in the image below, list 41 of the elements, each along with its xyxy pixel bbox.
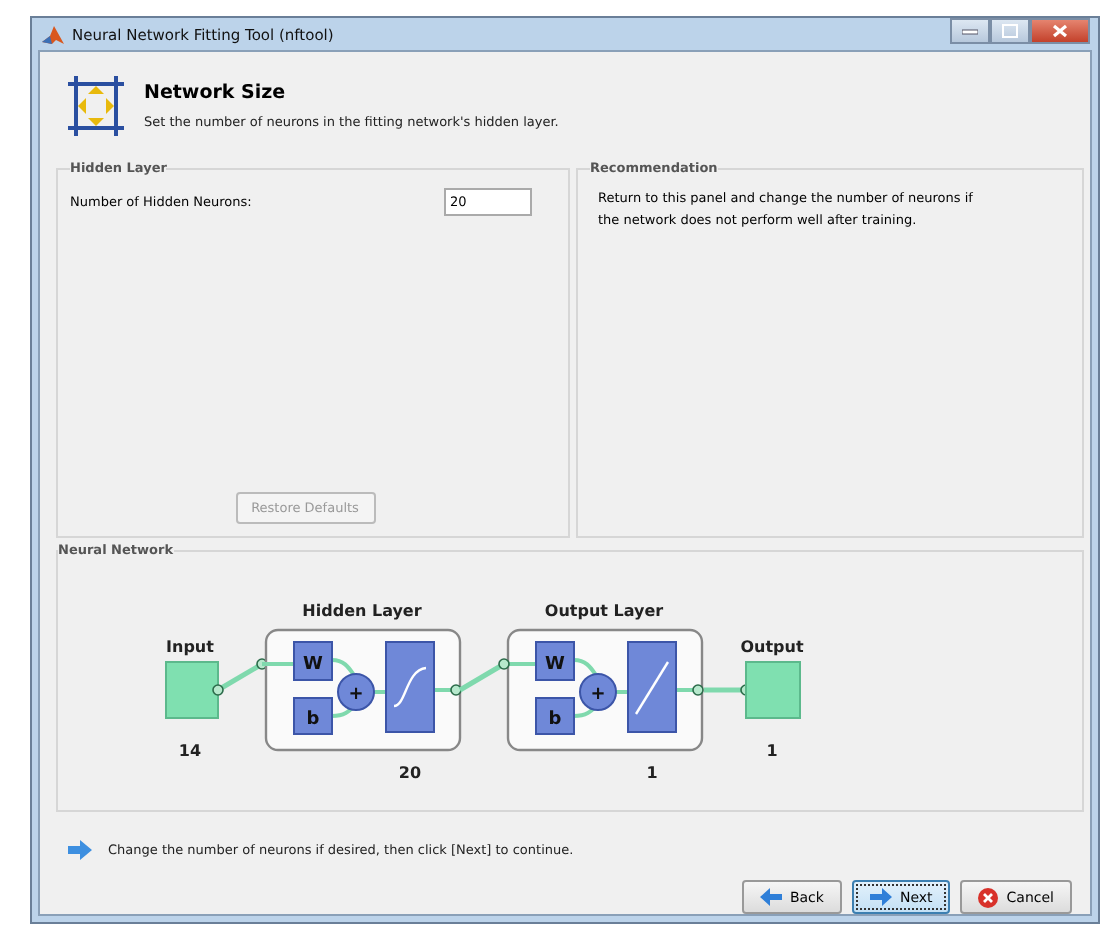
close-button[interactable] [1030, 18, 1090, 44]
input-node [165, 661, 219, 719]
page-title: Network Size [144, 82, 288, 104]
weight-block [293, 641, 333, 681]
port-dot [450, 684, 462, 696]
bias-label: b [306, 710, 320, 730]
maximize-button[interactable] [990, 18, 1030, 44]
connector-line [212, 658, 268, 696]
output-size: 1 [766, 742, 778, 760]
sum-node [337, 673, 375, 711]
input-label: Input [166, 638, 214, 656]
weight-block [535, 641, 575, 681]
sum-node [579, 673, 617, 711]
peak-logo-icon [42, 23, 64, 45]
layer-title: Hidden Layer [302, 602, 422, 620]
close-icon [1052, 24, 1068, 38]
transfer-block [385, 641, 435, 733]
layer-size: 1 [646, 764, 658, 782]
input-size: 14 [178, 742, 202, 760]
bias-block [293, 697, 333, 735]
cancel-icon [978, 887, 999, 907]
connector-line [458, 658, 510, 693]
bias-block [535, 697, 575, 735]
left-arrow-icon [759, 888, 782, 906]
sum-label: + [348, 685, 364, 705]
right-arrow-icon [869, 888, 892, 906]
layer-size: 20 [398, 764, 422, 782]
port-dot [692, 684, 704, 696]
minimize-icon [962, 27, 978, 35]
right-arrow-icon [68, 840, 92, 860]
resize-frame-icon [68, 76, 124, 136]
weight-label: W [545, 655, 565, 675]
transfer-block [627, 641, 677, 733]
layer-title: Output Layer [544, 602, 664, 620]
sum-label: + [590, 685, 606, 705]
maximize-icon [1002, 24, 1018, 38]
output-node [745, 661, 801, 719]
minimize-button[interactable] [950, 18, 990, 44]
output-label: Output [740, 638, 804, 656]
weight-label: W [303, 655, 323, 675]
bias-label: b [548, 710, 562, 730]
